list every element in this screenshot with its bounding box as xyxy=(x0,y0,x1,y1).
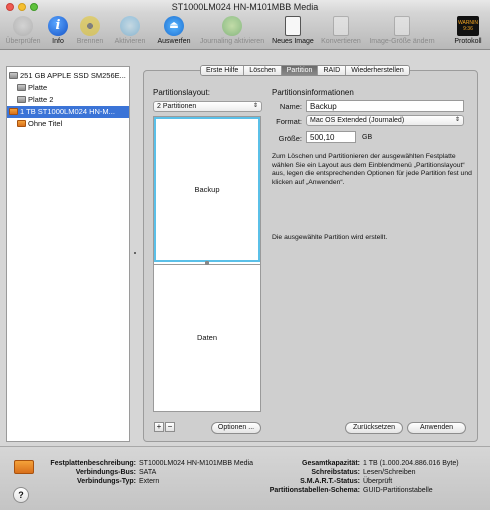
toolbar-burn-button[interactable]: Brennen xyxy=(74,16,106,46)
toolbar-mount-button[interactable]: Aktivieren xyxy=(110,16,150,46)
toolbar-info-button[interactable]: i Info xyxy=(44,16,72,46)
popup-arrows-icon: ⇕ xyxy=(252,103,258,109)
mount-icon xyxy=(120,16,140,36)
tab-erase[interactable]: Löschen xyxy=(244,66,282,75)
partition-label-daten[interactable]: Daten xyxy=(154,333,260,342)
partition-status-text: Die ausgewählte Partition wird erstellt. xyxy=(272,234,388,241)
connection-bus-label: Verbindungs-Bus: xyxy=(75,469,136,476)
partition-layout-heading: Partitionslayout: xyxy=(153,88,210,97)
sidebar-item-apple-ssd[interactable]: 251 GB APPLE SSD SM256E... xyxy=(7,70,129,82)
partition-resize-handle[interactable] xyxy=(205,261,209,265)
log-icon: WARNIN 9:36 xyxy=(457,16,479,36)
orange-disk-icon xyxy=(9,108,18,115)
connection-type-value: Extern xyxy=(139,478,160,485)
verify-icon xyxy=(13,16,33,36)
sidebar-item-st1000lm024[interactable]: 1 TB ST1000LM024 HN-M... xyxy=(7,106,129,118)
info-icon: i xyxy=(48,16,68,36)
toolbar-verify-button[interactable]: Überprüfen xyxy=(4,16,42,46)
partition-scheme-label: Partitionstabellen-Schema: xyxy=(269,487,360,494)
toolbar-journal-button[interactable]: Journaling aktivieren xyxy=(196,16,268,46)
format-popup[interactable]: Mac OS Extended (Journaled) ⇕ xyxy=(306,115,464,126)
write-status-value: Lesen/Schreiben xyxy=(363,469,416,476)
toolbar-eject-button[interactable]: ⏏ Auswerfen xyxy=(154,16,194,46)
write-status-label: Schreibstatus: xyxy=(311,469,360,476)
orange-disk-icon xyxy=(17,120,26,127)
splitter-grip-icon xyxy=(134,252,136,254)
connection-type-label: Verbindungs-Typ: xyxy=(77,478,136,485)
options-button[interactable]: Optionen ... xyxy=(211,422,261,434)
close-window-button[interactable] xyxy=(6,3,14,11)
title-bar: ST1000LM024 HN-M101MBB Media xyxy=(0,0,490,14)
toolbar-new-image-button[interactable]: Neues Image xyxy=(270,16,316,46)
disk-description-value: ST1000LM024 HN-M101MBB Media xyxy=(139,460,253,467)
zoom-window-button[interactable] xyxy=(30,3,38,11)
revert-button[interactable]: Zurücksetzen xyxy=(345,422,403,434)
sidebar-item-platte-2[interactable]: Platte 2 xyxy=(7,94,129,106)
convert-icon xyxy=(333,16,349,36)
tab-partition[interactable]: Partition xyxy=(281,66,319,75)
sidebar-item-ohne-titel[interactable]: Ohne Titel xyxy=(7,118,129,130)
gray-disk-icon xyxy=(17,84,26,91)
size-label: Größe: xyxy=(278,134,302,143)
name-label: Name: xyxy=(279,102,302,111)
resize-image-icon xyxy=(394,16,410,36)
partition-scheme-value: GUID-Partitionstabelle xyxy=(363,487,433,494)
remove-partition-button[interactable]: − xyxy=(165,422,175,432)
partition-name-field[interactable]: Backup xyxy=(306,100,464,112)
partition-size-field[interactable]: 500,10 xyxy=(306,131,356,143)
partition-instructions: Zum Löschen und Partitionieren der ausge… xyxy=(272,153,472,186)
tab-bar: Erste Hilfe Löschen Partition RAID Wiede… xyxy=(200,65,410,76)
add-partition-button[interactable]: + xyxy=(154,422,164,432)
minimize-window-button[interactable] xyxy=(18,3,26,11)
window-title: ST1000LM024 HN-M101MBB Media xyxy=(171,2,319,12)
size-unit: GB xyxy=(362,134,373,141)
connection-bus-value: SATA xyxy=(139,469,157,476)
capacity-label: Gesamtkapazität: xyxy=(302,460,360,467)
toolbar-resize-image-button[interactable]: Image-Größe ändern xyxy=(366,16,438,46)
tab-first-aid[interactable]: Erste Hilfe xyxy=(201,66,245,75)
gray-disk-icon xyxy=(17,96,26,103)
capacity-value: 1 TB (1.000.204.886.016 Byte) xyxy=(363,460,459,467)
partition-label-backup: Backup xyxy=(194,185,220,194)
partition-layout-map: Backup Daten xyxy=(153,116,261,412)
new-image-icon xyxy=(285,16,301,36)
disk-list: 251 GB APPLE SSD SM256E... Platte Platte… xyxy=(6,66,130,442)
burn-icon xyxy=(80,16,100,36)
popup-arrows-icon: ⇕ xyxy=(454,117,460,123)
external-disk-icon xyxy=(14,460,34,474)
toolbar-log-button[interactable]: WARNIN 9:36 Protokoll xyxy=(450,16,486,46)
apply-button[interactable]: Anwenden xyxy=(407,422,466,434)
journal-icon xyxy=(222,16,242,36)
smart-status-value: Überprüft xyxy=(363,478,393,485)
disk-description-label: Festplattenbeschreibung: xyxy=(50,460,136,467)
sidebar-item-platte[interactable]: Platte xyxy=(7,82,129,94)
tab-restore[interactable]: Wiederherstellen xyxy=(346,66,409,75)
eject-icon: ⏏ xyxy=(164,16,184,36)
tab-raid[interactable]: RAID xyxy=(318,66,347,75)
smart-status-label: S.M.A.R.T.-Status: xyxy=(300,478,360,485)
partition-info-heading: Partitionsinformationen xyxy=(272,88,354,97)
partition-layout-popup[interactable]: 2 Partitionen ⇕ xyxy=(153,101,262,112)
toolbar-convert-button[interactable]: Konvertieren xyxy=(318,16,364,46)
sidebar-splitter[interactable] xyxy=(133,66,139,442)
format-label: Format: xyxy=(276,117,302,126)
toolbar: Überprüfen i Info Brennen Aktivieren ⏏ A… xyxy=(0,14,490,50)
help-button[interactable]: ? xyxy=(13,487,29,503)
gray-disk-icon xyxy=(9,72,18,79)
